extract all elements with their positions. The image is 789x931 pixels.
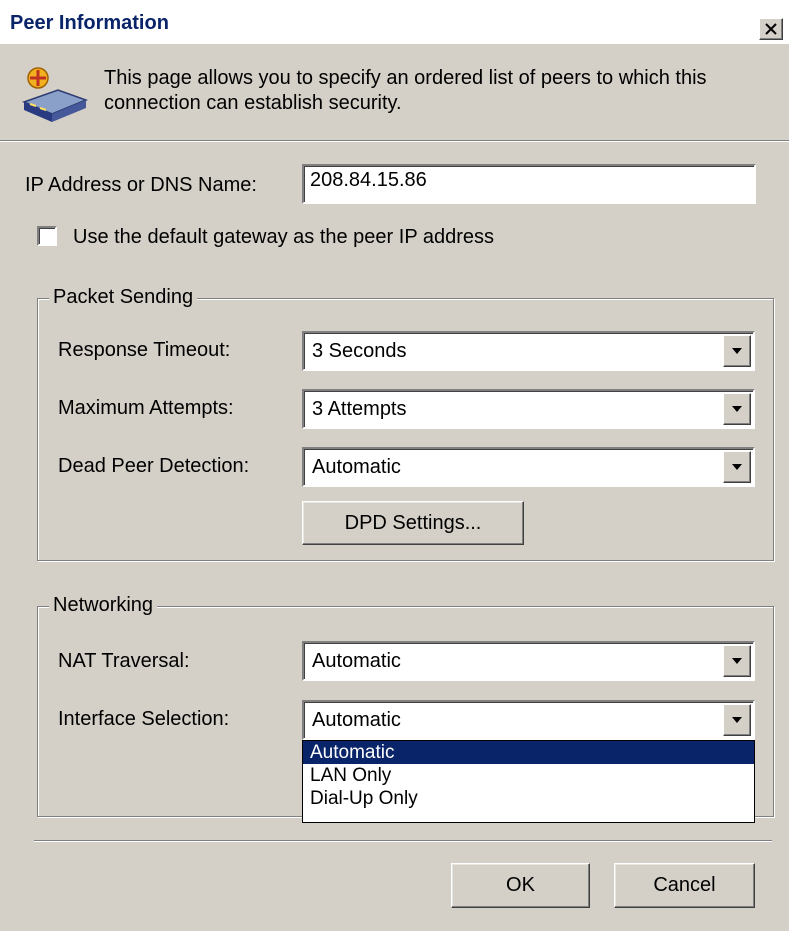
close-x-icon (765, 23, 777, 35)
nat-traversal-dropdown-button[interactable] (723, 645, 751, 677)
networking-legend: Networking (49, 594, 158, 617)
nat-traversal-select[interactable]: Automatic (302, 641, 755, 681)
footer-separator (34, 840, 772, 842)
cancel-button[interactable]: Cancel (614, 863, 755, 908)
interface-selection-select[interactable]: Automatic (302, 700, 755, 740)
chevron-down-icon (732, 406, 742, 412)
packet-sending-legend: Packet Sending (49, 286, 198, 309)
header-separator (0, 140, 789, 142)
interface-selection-label: Interface Selection: (58, 708, 230, 730)
maximum-attempts-dropdown-button[interactable] (723, 393, 751, 425)
nat-traversal-value: Automatic (312, 650, 401, 672)
default-gateway-checkbox[interactable] (37, 226, 57, 246)
dead-peer-detection-value: Automatic (312, 456, 401, 478)
chevron-down-icon (732, 464, 742, 470)
dialog-header: This page allows you to specify an order… (0, 44, 789, 140)
dialog-title: Peer Information (10, 12, 169, 34)
network-device-icon (21, 67, 89, 122)
chevron-down-icon (732, 717, 742, 723)
response-timeout-value: 3 Seconds (312, 340, 407, 362)
dead-peer-detection-label: Dead Peer Detection: (58, 455, 250, 477)
interface-selection-value: Automatic (312, 709, 401, 731)
ok-button[interactable]: OK (451, 863, 590, 908)
dropdown-option-dial-up-only[interactable]: Dial-Up Only (303, 787, 754, 810)
dropdown-option-automatic[interactable]: Automatic (303, 741, 754, 764)
chevron-down-icon (732, 348, 742, 354)
dead-peer-detection-select[interactable]: Automatic (302, 447, 755, 487)
peer-information-dialog: Peer Information This page allows you to… (0, 0, 789, 931)
close-button[interactable] (759, 18, 783, 40)
title-bar[interactable]: Peer Information (0, 0, 789, 44)
maximum-attempts-label: Maximum Attempts: (58, 397, 234, 419)
response-timeout-dropdown-button[interactable] (723, 335, 751, 367)
interface-selection-dropdown-list: Automatic LAN Only Dial-Up Only (302, 740, 755, 823)
maximum-attempts-select[interactable]: 3 Attempts (302, 389, 755, 429)
dropdown-option-lan-only[interactable]: LAN Only (303, 764, 754, 787)
maximum-attempts-value: 3 Attempts (312, 398, 407, 420)
response-timeout-select[interactable]: 3 Seconds (302, 331, 755, 371)
dead-peer-detection-dropdown-button[interactable] (723, 451, 751, 483)
chevron-down-icon (732, 658, 742, 664)
response-timeout-label: Response Timeout: (58, 339, 231, 361)
interface-selection-dropdown-button[interactable] (723, 704, 751, 736)
header-description: This page allows you to specify an order… (104, 67, 707, 114)
ip-address-input[interactable]: 208.84.15.86 (302, 164, 756, 204)
ip-address-label: IP Address or DNS Name: (25, 174, 257, 196)
default-gateway-label[interactable]: Use the default gateway as the peer IP a… (73, 226, 494, 249)
nat-traversal-label: NAT Traversal: (58, 650, 190, 672)
dpd-settings-button[interactable]: DPD Settings... (302, 501, 524, 545)
